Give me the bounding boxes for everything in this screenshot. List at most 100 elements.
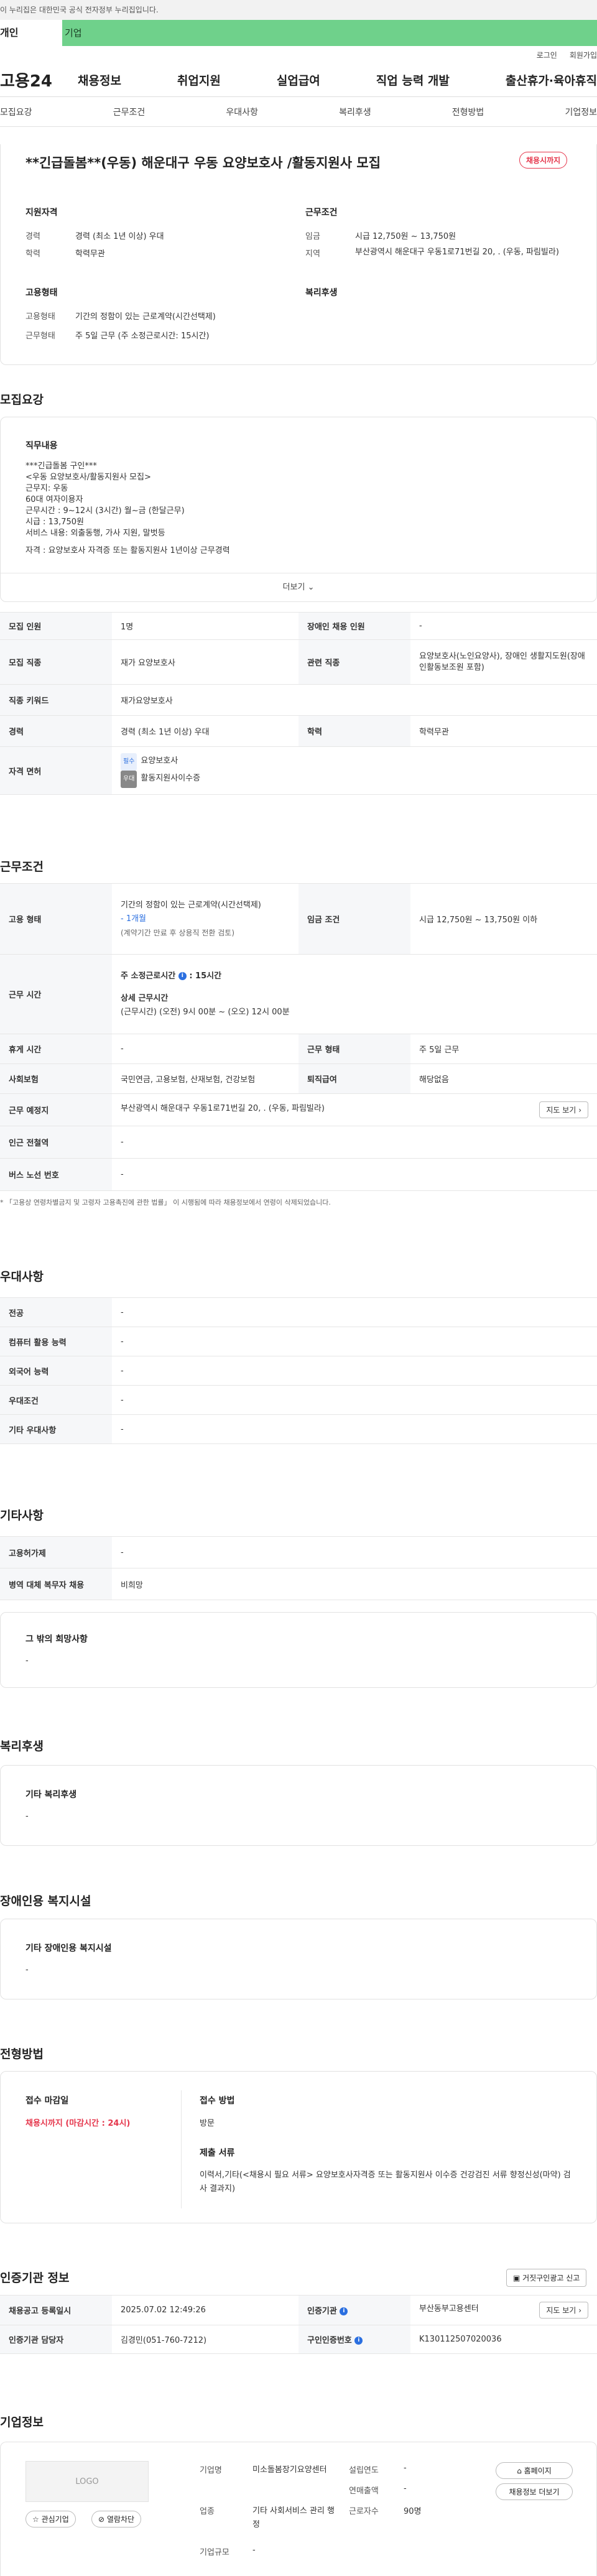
other-welfare-value: - — [25, 1812, 29, 1821]
work-place-address: 부산광역시 해운대구 우동1로71번길 20, . (우동, 파림빌라) — [121, 1104, 325, 1113]
homepage-button[interactable]: ⌂ 홈페이지 — [496, 2462, 573, 2479]
work-permit-value: - — [112, 1536, 597, 1568]
agency-name: 부산동부고용센터 — [419, 2304, 479, 2314]
area-value: 부산광역시 해운대구 우동1로71번길 20, . (우동, 파림빌라) — [355, 248, 559, 257]
welfare-section-title: 복리후생 — [0, 1740, 44, 1753]
duty-line: 근무지: 우동 — [25, 484, 68, 493]
disabled-facility-value: - — [25, 1965, 29, 1975]
conditions-section-title: 근무조건 — [0, 860, 44, 874]
tab-company[interactable]: 기업 — [62, 20, 597, 46]
job-title: **긴급돌봄**(우동) 해운대구 우동 요양보호사 /활동지원사 모집 — [25, 155, 381, 170]
wage-condition-value: 시급 12,750원 ~ 13,750원 이하 — [410, 883, 597, 955]
required-chip: 필수 — [121, 753, 137, 771]
gnb-item-jobs[interactable]: 채용정보 — [78, 72, 121, 88]
company-section-title: 기업정보 — [0, 2416, 44, 2429]
tab-process[interactable]: 전형방법 — [452, 106, 484, 118]
preferred-condition-value: - — [112, 1385, 597, 1415]
job-number-label: 구인인증번호 i — [298, 2325, 410, 2354]
deadline-heading: 접수 마감일 — [25, 2096, 69, 2106]
chevron-down-icon: ⌄ — [307, 583, 315, 592]
career-value: 경력 (최소 1년 이상) 우대 — [75, 232, 164, 241]
education-label: 학력 — [25, 249, 40, 259]
site-logo[interactable]: 고용24 — [0, 68, 78, 91]
process-box: 접수 마감일 채용시까지 (마감시간 : 24시) 접수 방법 방문 제출 서류… — [0, 2071, 597, 2223]
other-preference-label: 기타 우대사항 — [0, 1414, 112, 1444]
documents-heading: 제출 서류 — [200, 2148, 235, 2158]
conditions-heading: 근무조건 — [305, 208, 338, 218]
info-icon[interactable]: i — [178, 971, 187, 980]
job-number-value: K130112507020036 — [410, 2325, 597, 2354]
duty-line: 시급 : 13,750원 — [25, 517, 85, 527]
disabled-count-label: 장애인 채용 인원 — [298, 612, 410, 640]
founded-label: 설립연도 — [349, 2466, 379, 2475]
false-ad-report-button[interactable]: ▣ 거짓구인광고 신고 — [506, 2269, 587, 2287]
age-law-note: * 「고용상 연령차별금지 및 고령자 고용촉진에 관한 법률」 이 시행됨에 … — [0, 1198, 331, 1207]
recruit-table: 모집 인원 1명 장애인 채용 인원 - 모집 직종 재가 요양보호사 관련 직… — [0, 612, 597, 795]
work-place-value: 부산광역시 해운대구 우동1로71번길 20, . (우동, 파림빌라) 지도 … — [112, 1093, 597, 1126]
agency-map-button[interactable]: 지도 보기 › — [539, 2302, 588, 2319]
other-hope-value: - — [25, 1656, 29, 1666]
work-time-value: 주 소정근로시간 i : 15시간 상세 근무시간 (근무시간) (오전) 9시… — [112, 954, 597, 1034]
manager-label: 인증기관 담당자 — [0, 2325, 112, 2354]
manager-value: 김경민(051-760-7212) — [112, 2325, 298, 2354]
gnb-item-unemployment-benefit[interactable]: 실업급여 — [277, 72, 320, 88]
employment-type-value: 기간의 정함이 있는 근로계약(시간선택제) — [75, 312, 216, 322]
recruit-education-value: 학력무관 — [410, 715, 597, 747]
retirement-value: 해당없음 — [410, 1063, 597, 1094]
report-label: 거짓구인광고 신고 — [522, 2274, 580, 2282]
disabled-facility-section-title: 장애인용 복지시설 — [0, 1894, 91, 1908]
insurance-value: 국민연금, 고용보험, 산재보험, 건강보험 — [112, 1063, 298, 1094]
sales-value: - — [404, 2484, 407, 2493]
language-label: 외국어 능력 — [0, 1356, 112, 1386]
info-icon[interactable]: i — [354, 2337, 363, 2345]
agency-map-label: 지도 보기 — [546, 2306, 576, 2315]
tab-conditions[interactable]: 근무조건 — [113, 106, 146, 118]
wage-condition-label: 임금 조건 — [298, 883, 410, 955]
join-link[interactable]: 회원가입 — [570, 50, 597, 60]
recruit-section-title: 모집요강 — [0, 393, 44, 407]
login-link[interactable]: 로그인 — [537, 50, 557, 60]
duty-line: 서비스 내용: 외출동행, 가사 지원, 말벗등 — [25, 529, 165, 538]
related-job-value: 요양보호사(노인요양사), 장애인 생활지도원(장애인활동보조원 포함) — [410, 639, 597, 685]
tab-preferences[interactable]: 우대사항 — [226, 106, 258, 118]
info-icon[interactable]: i — [340, 2307, 348, 2315]
map-view-label: 지도 보기 — [546, 1106, 576, 1114]
duty-line: 근무시간 : 9~12시 (3시간) 월~금 (한달근무) — [25, 506, 185, 516]
computer-skill-label: 컴퓨터 활용 능력 — [0, 1327, 112, 1356]
map-view-button[interactable]: 지도 보기 › — [539, 1101, 588, 1118]
other-welfare-heading: 기타 복리후생 — [25, 1790, 77, 1800]
tab-company-info[interactable]: 기업정보 — [565, 106, 597, 118]
disabled-count-value: - — [410, 612, 597, 640]
major-value: - — [112, 1297, 597, 1327]
recruit-career-value: 경력 (최소 1년 이상) 우대 — [112, 715, 298, 747]
tab-personal[interactable]: 개인 — [0, 20, 62, 46]
welfare-heading: 복리후생 — [305, 288, 338, 298]
duty-line: 자격 : 요양보호사 자격증 또는 활동지원사 1년이상 근무경력 — [25, 546, 230, 555]
gnb-item-skill-development[interactable]: 직업 능력 개발 — [376, 72, 450, 88]
education-value: 학력무관 — [75, 249, 105, 259]
area-label: 지역 — [305, 249, 320, 259]
gnb-item-employment-support[interactable]: 취업지원 — [177, 72, 221, 88]
sales-label: 연매출액 — [349, 2486, 379, 2496]
home-icon: ⌂ — [517, 2467, 522, 2475]
computer-skill-value: - — [112, 1327, 597, 1356]
more-jobs-button[interactable]: 채용정보 더보기 — [496, 2483, 573, 2500]
detail-hours-heading: 상세 근무시간 — [121, 993, 169, 1003]
interest-company-button[interactable]: ☆ 관심기업 — [25, 2511, 76, 2527]
more-button[interactable]: 더보기 ⌄ — [1, 573, 596, 601]
work-permit-label: 고용허가제 — [0, 1536, 112, 1568]
gnb-item-parental-leave[interactable]: 출산휴가·육아휴직 — [506, 72, 597, 88]
chevron-right-icon: › — [578, 2306, 581, 2315]
interest-label: 관심기업 — [41, 2515, 69, 2524]
wage-label: 임금 — [305, 232, 320, 241]
block-view-button[interactable]: ⊘ 열람차단 — [91, 2511, 142, 2527]
tab-welfare[interactable]: 복리후생 — [339, 106, 371, 118]
etc-table: 고용허가제 - 병역 대체 복무자 채용 비희망 — [0, 1536, 597, 1600]
rest-label: 휴게 시간 — [0, 1034, 112, 1064]
section-tabs: 모집요강 근무조건 우대사항 복리후생 전형방법 기업정보 — [0, 97, 597, 127]
bus-value: - — [112, 1158, 597, 1191]
cert-table: 채용공고 등록일시 2025.07.02 12:49:26 인증기관 i 부산동… — [0, 2295, 597, 2354]
military-alt-label: 병역 대체 복무자 채용 — [0, 1568, 112, 1600]
documents-value: 이력서,기타(<채용시 필요 서류> 요양보호사자격증 또는 활동지원사 이수증… — [200, 2171, 571, 2194]
tab-recruit[interactable]: 모집요강 — [0, 106, 32, 118]
